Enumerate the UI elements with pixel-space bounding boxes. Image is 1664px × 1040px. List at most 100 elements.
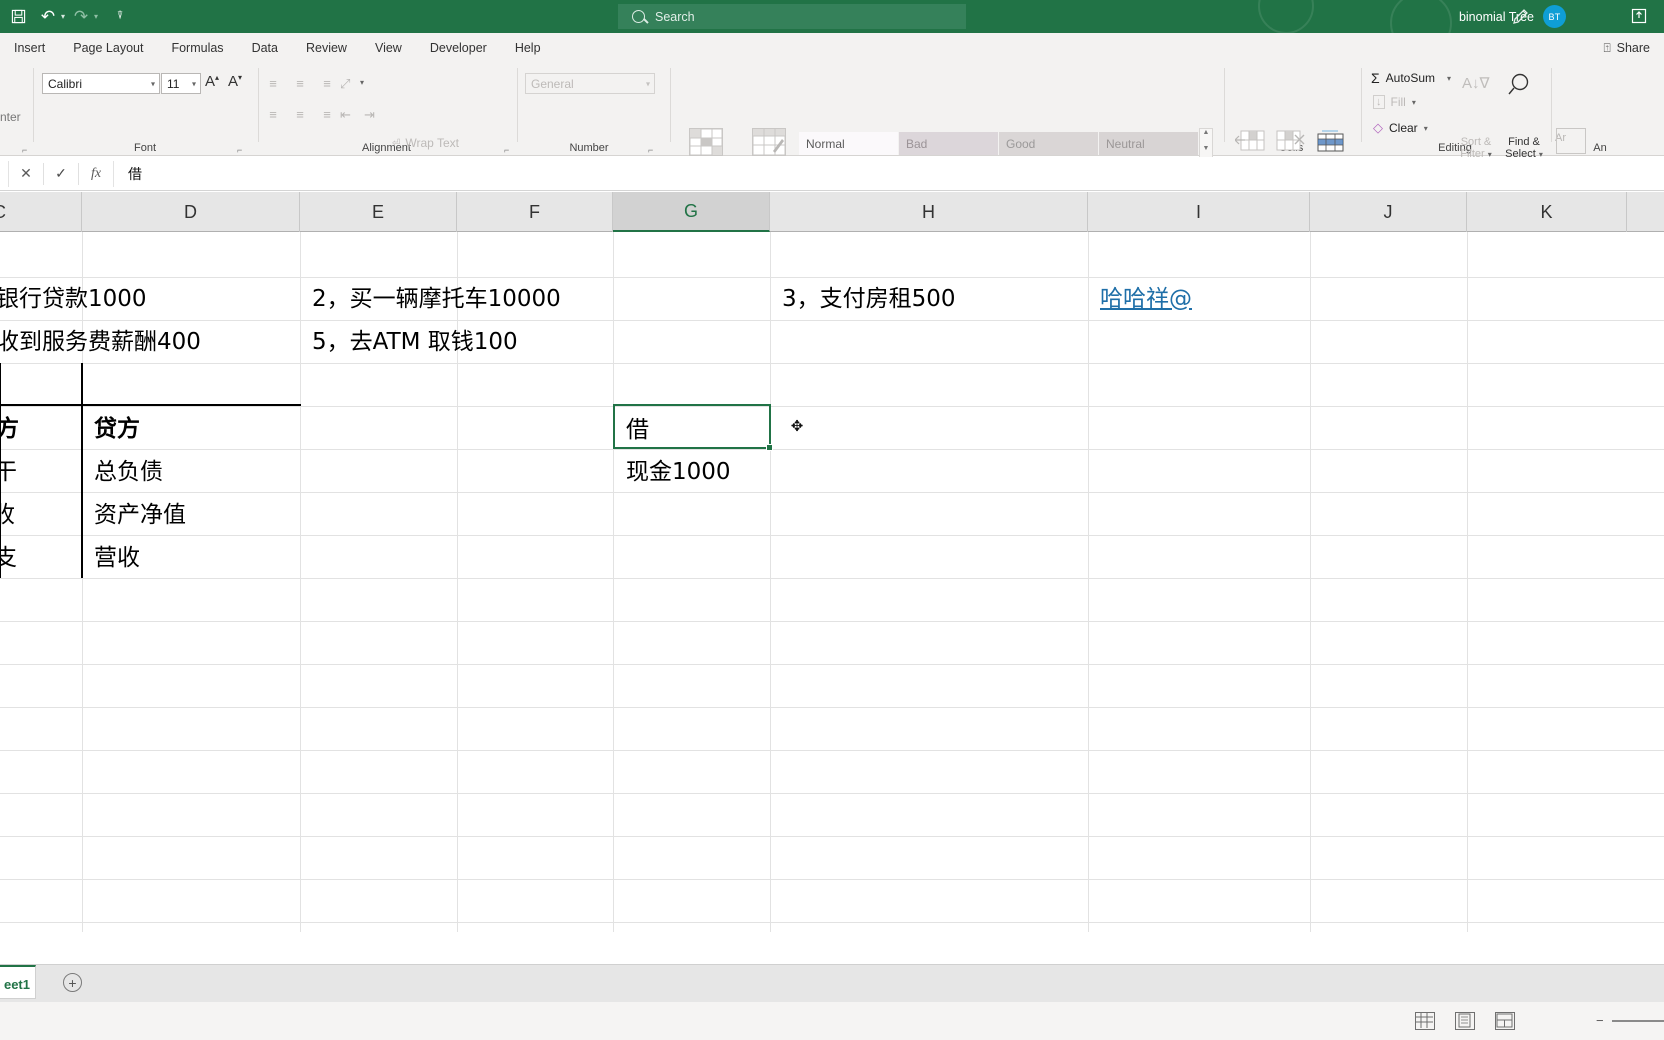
zoom-slider[interactable] bbox=[1612, 1020, 1664, 1022]
tab-review[interactable]: Review bbox=[292, 33, 361, 62]
format-cells-icon[interactable] bbox=[1315, 129, 1345, 153]
cell-e-row2[interactable]: 5，去ATM 取钱100 bbox=[306, 317, 518, 360]
column-header-g[interactable]: G bbox=[613, 192, 770, 232]
cancel-edit-icon[interactable]: ✕ bbox=[9, 161, 43, 187]
autosum-dropdown-caret[interactable]: ▾ bbox=[1447, 74, 1451, 83]
column-header-j[interactable]: J bbox=[1310, 192, 1467, 232]
normal-view-icon[interactable] bbox=[1415, 1012, 1435, 1030]
clipboard-paste-label[interactable]: nter bbox=[0, 110, 21, 124]
font-dialog-launcher[interactable]: ⌐ bbox=[237, 145, 242, 155]
tab-developer[interactable]: Developer bbox=[416, 33, 501, 62]
decrease-font-size-icon[interactable]: A▾ bbox=[228, 73, 242, 90]
column-header-k[interactable]: K bbox=[1467, 192, 1627, 232]
cell-g-cash-1000[interactable]: 现金1000 bbox=[620, 447, 731, 490]
tab-view[interactable]: View bbox=[361, 33, 416, 62]
column-header-c[interactable]: C bbox=[0, 192, 82, 232]
cell-c-row2[interactable]: 收到服务费薪酬400 bbox=[0, 317, 201, 360]
align-middle-icon[interactable]: ≡ bbox=[292, 76, 308, 91]
decrease-indent-icon[interactable]: ⇤ bbox=[340, 107, 351, 123]
align-left-icon[interactable]: ≡ bbox=[265, 107, 281, 122]
format-as-table-icon[interactable] bbox=[752, 128, 786, 156]
sort-filter-icon[interactable]: A↓∇ bbox=[1462, 74, 1490, 92]
increase-indent-icon[interactable]: ⇥ bbox=[364, 107, 375, 123]
undo-dropdown-caret[interactable]: ▾ bbox=[61, 12, 65, 21]
customize-quick-access-icon[interactable]: ⍒ bbox=[106, 4, 134, 30]
number-format-combo[interactable]: General ▾ bbox=[525, 73, 655, 94]
cell-d-credit-header[interactable]: 贷方 bbox=[88, 404, 140, 447]
cell-c-row6[interactable]: 支 bbox=[0, 533, 17, 576]
autosum-button[interactable]: Σ AutoSum ▾ bbox=[1371, 70, 1451, 86]
cell-d-revenue[interactable]: 营收 bbox=[88, 533, 140, 576]
redo-dropdown-caret[interactable]: ▾ bbox=[94, 12, 98, 21]
conditional-formatting-icon[interactable] bbox=[689, 128, 723, 156]
cell-c-row4[interactable]: 干 bbox=[0, 447, 17, 490]
chevron-down-icon[interactable]: ▾ bbox=[151, 79, 155, 88]
share-button[interactable]: ⍐ Share bbox=[1595, 37, 1658, 59]
avatar[interactable]: BT bbox=[1543, 5, 1566, 28]
gallery-scroll-up-icon[interactable]: ▲ bbox=[1203, 129, 1210, 136]
undo-icon[interactable]: ↶ bbox=[34, 4, 62, 30]
style-normal[interactable]: Normal bbox=[799, 132, 898, 155]
orientation-dropdown-caret[interactable]: ▾ bbox=[360, 78, 364, 87]
orientation-icon[interactable]: ⤢ bbox=[340, 76, 350, 92]
chevron-down-icon[interactable]: ▾ bbox=[646, 79, 650, 88]
number-dialog-launcher[interactable]: ⌐ bbox=[648, 145, 653, 155]
confirm-edit-icon[interactable]: ✓ bbox=[44, 161, 78, 187]
cell-h-row1[interactable]: 3，支付房租500 bbox=[776, 274, 956, 317]
font-size-combo[interactable]: 11 ▾ bbox=[161, 73, 201, 94]
style-neutral[interactable]: Neutral bbox=[1099, 132, 1198, 155]
tab-page-layout[interactable]: Page Layout bbox=[59, 33, 157, 62]
page-layout-view-icon[interactable] bbox=[1455, 1012, 1475, 1030]
cell-i-row1-hyperlink[interactable]: 哈哈祥@ bbox=[1094, 274, 1192, 317]
style-bad[interactable]: Bad bbox=[899, 132, 998, 155]
zoom-out-button[interactable]: − bbox=[1596, 1013, 1604, 1028]
column-header-i[interactable]: I bbox=[1088, 192, 1310, 232]
tab-formulas[interactable]: Formulas bbox=[157, 33, 237, 62]
sheet-tab-sheet1[interactable]: eet1 bbox=[0, 965, 36, 999]
tab-help[interactable]: Help bbox=[501, 33, 555, 62]
cell-e-row1[interactable]: 2，买一辆摩托车10000 bbox=[306, 274, 561, 317]
align-center-icon[interactable]: ≡ bbox=[292, 107, 308, 122]
find-select-icon[interactable] bbox=[1508, 72, 1534, 103]
gallery-scroll-down-icon[interactable]: ▼ bbox=[1203, 145, 1210, 152]
column-header-h[interactable]: H bbox=[770, 192, 1088, 232]
pen-annotation-icon[interactable] bbox=[1510, 7, 1532, 27]
clear-dropdown-caret[interactable]: ▾ bbox=[1424, 124, 1428, 133]
search-input[interactable]: Search bbox=[618, 4, 966, 29]
font-name-combo[interactable]: Calibri ▾ bbox=[42, 73, 160, 94]
formula-input[interactable]: 借 bbox=[120, 161, 1664, 187]
add-sheet-icon[interactable]: + bbox=[63, 973, 82, 992]
cell-d-net-assets[interactable]: 资产净值 bbox=[88, 490, 186, 533]
increase-font-size-icon[interactable]: A▴ bbox=[205, 73, 219, 90]
align-right-icon[interactable]: ≡ bbox=[319, 107, 335, 122]
title-bar: ↶ ▾ ↷ ▾ ⍒ 会计基础知识 ▾ Search binomial Tree … bbox=[0, 0, 1664, 54]
delete-cells-icon[interactable] bbox=[1275, 129, 1305, 153]
fill-dropdown-caret[interactable]: ▾ bbox=[1412, 98, 1416, 107]
cell-c-row1[interactable]: 银行贷款1000 bbox=[0, 274, 147, 317]
save-icon[interactable] bbox=[4, 4, 32, 30]
clear-button[interactable]: ◇ Clear ▾ bbox=[1373, 120, 1428, 136]
page-break-preview-icon[interactable] bbox=[1495, 1012, 1515, 1030]
wrap-text-button[interactable]: ⏎ Wrap Text bbox=[392, 136, 459, 150]
fill-handle[interactable] bbox=[766, 444, 773, 451]
insert-cells-icon[interactable] bbox=[1234, 129, 1265, 153]
alignment-dialog-launcher[interactable]: ⌐ bbox=[504, 145, 509, 155]
insert-function-icon[interactable]: fx bbox=[79, 161, 113, 187]
grid-body[interactable]: 银行贷款1000 2，买一辆摩托车10000 3，支付房租500 哈哈祥@ 收到… bbox=[0, 232, 1664, 932]
fill-button[interactable]: ↓ Fill ▾ bbox=[1373, 95, 1416, 109]
tab-insert[interactable]: Insert bbox=[0, 33, 59, 62]
column-header-f[interactable]: F bbox=[457, 192, 613, 232]
ribbon-display-options-icon[interactable] bbox=[1628, 6, 1650, 26]
chevron-down-icon[interactable]: ▾ bbox=[192, 79, 196, 88]
column-header-d[interactable]: D bbox=[82, 192, 300, 232]
cell-d-total-liabilities[interactable]: 总负债 bbox=[88, 447, 163, 490]
cell-c-debit-header[interactable]: 方 bbox=[0, 404, 19, 447]
align-bottom-icon[interactable]: ≡ bbox=[319, 76, 335, 91]
column-header-e[interactable]: E bbox=[300, 192, 457, 232]
clipboard-dialog-launcher[interactable]: ⌐ bbox=[22, 145, 27, 155]
redo-icon[interactable]: ↷ bbox=[67, 4, 95, 30]
align-top-icon[interactable]: ≡ bbox=[265, 76, 281, 91]
tab-data[interactable]: Data bbox=[238, 33, 292, 62]
cell-c-row5[interactable]: 收 bbox=[0, 490, 15, 533]
style-good[interactable]: Good bbox=[999, 132, 1098, 155]
